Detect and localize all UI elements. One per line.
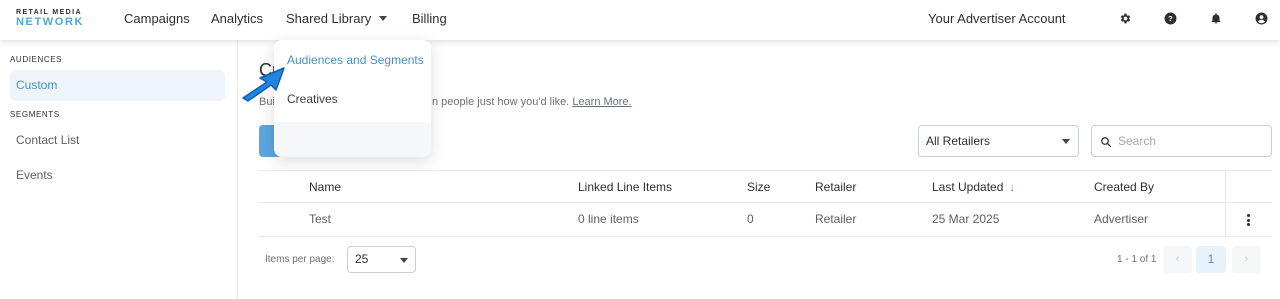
- sort-descending-icon: ↓: [1009, 182, 1015, 194]
- nav-analytics[interactable]: Analytics: [211, 11, 263, 26]
- brand-line2: NETWORK: [16, 16, 85, 28]
- retailer-select-value: All Retailers: [926, 134, 991, 148]
- column-header-retailer[interactable]: Retailer: [815, 171, 856, 204]
- cell-last-updated: 25 Mar 2025: [932, 212, 1000, 226]
- cell-retailer: Retailer: [815, 212, 857, 226]
- nav-billing[interactable]: Billing: [412, 11, 447, 26]
- pointer-arrow-icon: [240, 66, 286, 107]
- help-icon[interactable]: ?: [1163, 11, 1177, 25]
- search-input[interactable]: [1118, 132, 1266, 150]
- chevron-down-icon: [400, 258, 408, 263]
- next-page-button[interactable]: ›: [1232, 246, 1261, 273]
- items-per-page-select[interactable]: 25: [347, 246, 416, 273]
- page-description-text: n people just how you'd like.: [432, 96, 570, 108]
- svg-text:?: ?: [1168, 14, 1173, 23]
- learn-more-link[interactable]: Learn More.: [572, 96, 631, 108]
- menu-item-creatives[interactable]: Creatives: [287, 92, 338, 106]
- cell-name[interactable]: Test: [309, 203, 331, 236]
- nav-shared-library[interactable]: Shared Library: [286, 11, 388, 26]
- table-row[interactable]: Test 0 line items 0 Retailer 25 Mar 2025…: [258, 203, 1272, 237]
- column-divider: [1225, 170, 1226, 237]
- dropdown-footer: [274, 122, 431, 157]
- bell-icon[interactable]: [1209, 11, 1223, 25]
- sidebar-section-audiences: AUDIENCES: [10, 55, 63, 64]
- nav-campaigns[interactable]: Campaigns: [124, 11, 190, 26]
- account-menu[interactable]: Your Advertiser Account: [928, 11, 1066, 26]
- shared-library-dropdown: Audiences and Segments Creatives: [274, 40, 431, 157]
- page-description: n people just how you'd like. Learn More…: [432, 96, 632, 108]
- chevron-down-icon: [379, 16, 388, 21]
- user-icon[interactable]: [1254, 11, 1268, 25]
- top-nav-bar: RETAIL MEDIA NETWORK Campaigns Analytics…: [0, 0, 1280, 40]
- column-header-last-updated[interactable]: Last Updated ↓: [932, 171, 1015, 204]
- sidebar-item-events[interactable]: Events: [10, 160, 225, 191]
- cell-linked-line-items: 0 line items: [578, 212, 639, 226]
- cell-created-by: Advertiser: [1094, 212, 1149, 226]
- cell-size: 0: [747, 212, 754, 226]
- menu-item-audiences-and-segments[interactable]: Audiences and Segments: [287, 53, 424, 67]
- row-actions-kebab-icon[interactable]: [1246, 214, 1250, 226]
- search-field[interactable]: [1091, 125, 1272, 157]
- retailer-select[interactable]: All Retailers: [918, 125, 1079, 157]
- search-icon: [1100, 135, 1112, 153]
- table-header-row: Name Linked Line Items Size Retailer Las…: [258, 170, 1272, 203]
- items-per-page-value: 25: [355, 252, 369, 266]
- column-header-linked-line-items[interactable]: Linked Line Items: [578, 171, 672, 204]
- items-per-page-label: Items per page:: [265, 254, 335, 265]
- gear-icon[interactable]: [1118, 11, 1132, 25]
- sidebar-item-contact-list[interactable]: Contact List: [10, 125, 225, 156]
- nav-shared-library-label: Shared Library: [286, 11, 372, 26]
- pagination-range: 1 - 1 of 1: [1117, 254, 1157, 265]
- brand-line1: RETAIL MEDIA: [16, 9, 82, 16]
- sidebar-item-custom[interactable]: Custom: [10, 70, 225, 101]
- chevron-down-icon: [1062, 139, 1070, 144]
- page-number-current[interactable]: 1: [1196, 246, 1226, 273]
- sidebar-section-segments: SEGMENTS: [10, 110, 60, 119]
- column-header-last-updated-label: Last Updated: [932, 180, 1004, 194]
- brand-logo[interactable]: RETAIL MEDIA NETWORK: [16, 9, 84, 28]
- prev-page-button[interactable]: ‹: [1163, 246, 1192, 273]
- column-header-name[interactable]: Name: [309, 171, 341, 204]
- column-header-created-by[interactable]: Created By: [1094, 171, 1154, 204]
- sidebar: AUDIENCES Custom SEGMENTS Contact List E…: [0, 40, 238, 299]
- column-header-size[interactable]: Size: [747, 171, 770, 204]
